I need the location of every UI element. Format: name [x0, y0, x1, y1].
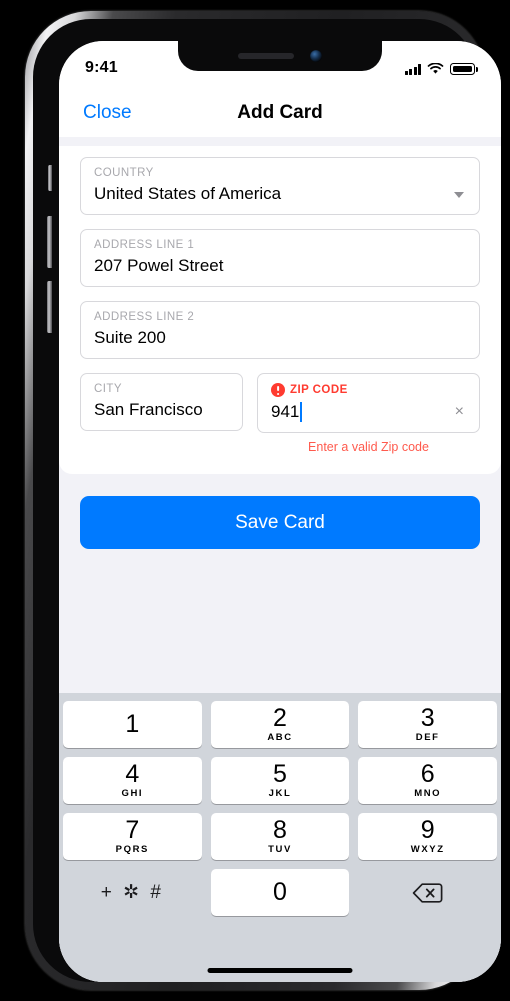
address-line-1-value: 207 Powel Street [94, 256, 224, 275]
address-line-1-label: ADDRESS LINE 1 [94, 239, 195, 251]
address-line-1-input[interactable]: ADDRESS LINE 1 207 Powel Street [80, 229, 480, 287]
chevron-down-icon [454, 192, 464, 198]
key-digit: 2 [273, 704, 287, 733]
navigation-bar: Close Add Card [59, 89, 501, 137]
keypad-row: 4 GHI 5 JKL 6 MNO [63, 757, 498, 804]
key-digit: 1 [125, 710, 140, 738]
mute-switch-button[interactable] [48, 165, 52, 191]
keypad-key-6[interactable]: 6 MNO [358, 757, 498, 804]
key-letters: GHI [121, 788, 144, 800]
country-select[interactable]: COUNTRY United States of America [80, 157, 480, 215]
city-value: San Francisco [94, 400, 203, 419]
zip-code-label: ZIP CODE [290, 384, 348, 396]
country-value: United States of America [94, 184, 282, 203]
address-line-2-label: ADDRESS LINE 2 [94, 311, 195, 323]
keypad-key-delete[interactable] [358, 869, 497, 916]
key-digit: 5 [273, 760, 287, 789]
keypad-key-1[interactable]: 1 [63, 701, 202, 748]
speaker-grille-icon [238, 53, 294, 59]
front-camera-icon [310, 50, 322, 62]
zip-code-input[interactable]: ZIP CODE 941 × [257, 373, 480, 433]
city-label: CITY [94, 383, 122, 395]
zip-code-value-row: 941 × [271, 402, 466, 422]
keypad-key-7[interactable]: 7 PQRS [63, 813, 202, 860]
address-line-2-input[interactable]: ADDRESS LINE 2 Suite 200 [80, 301, 480, 359]
phone-screen: 9:41 Close Add Card COUNTRY United State… [59, 41, 501, 982]
keypad-key-symbols[interactable]: + ✲ # [63, 869, 202, 916]
zip-code-label-row: ZIP CODE [271, 383, 466, 397]
error-exclamation-circle-icon [271, 383, 285, 397]
notch [178, 41, 382, 71]
battery-full-icon [450, 63, 478, 75]
wifi-icon [427, 63, 444, 74]
key-digit: 8 [273, 816, 287, 845]
country-label: COUNTRY [94, 167, 154, 179]
address-line-2-value: Suite 200 [94, 328, 166, 347]
zip-code-value: 941 [271, 402, 300, 421]
key-digit: 3 [420, 704, 435, 733]
zip-code-group: ZIP CODE 941 × Enter a valid Zip code [257, 373, 480, 454]
key-digit: 6 [420, 760, 435, 789]
keypad-rows: 1 2 ABC 3 DEF 4 GHI 5 JKL 6 MNO 7 PQRS 8… [63, 701, 498, 916]
key-letters: PQRS [115, 844, 149, 856]
keypad-key-2[interactable]: 2 ABC [210, 701, 350, 748]
key-digit: 0 [273, 878, 287, 906]
status-time: 9:41 [85, 59, 118, 76]
keypad-key-9[interactable]: 9 WXYZ [358, 813, 498, 860]
keypad-row: 7 PQRS 8 TUV 9 WXYZ [63, 813, 498, 860]
form-scroll-area[interactable]: COUNTRY United States of America ADDRESS… [59, 137, 501, 982]
zip-code-error-message: Enter a valid Zip code [308, 440, 429, 454]
delete-backspace-icon [412, 882, 443, 903]
key-digit: 4 [125, 760, 140, 789]
key-letters: JKL [268, 788, 292, 800]
keypad-row: + ✲ # 0 [63, 869, 497, 916]
key-letters: WXYZ [410, 844, 445, 856]
volume-up-button[interactable] [47, 216, 52, 268]
device-frame: 9:41 Close Add Card COUNTRY United State… [25, 11, 501, 990]
key-letters: MNO [414, 788, 442, 800]
city-zip-row: CITY San Francisco ZIP CODE 941 × Enter … [80, 373, 480, 454]
keypad-key-4[interactable]: 4 GHI [63, 757, 202, 804]
volume-down-button[interactable] [47, 281, 52, 333]
key-letters: TUV [268, 844, 292, 856]
key-digit: 7 [125, 816, 140, 845]
address-form-card: COUNTRY United States of America ADDRESS… [59, 146, 501, 474]
key-letters: ABC [267, 732, 293, 744]
keypad-key-8[interactable]: 8 TUV [210, 813, 350, 860]
keypad-key-0[interactable]: 0 [210, 869, 350, 916]
text-cursor [300, 402, 303, 422]
status-icons [404, 63, 478, 75]
keypad-row: 1 2 ABC 3 DEF [63, 701, 498, 748]
clear-zip-code-button[interactable]: × [453, 404, 466, 420]
cellular-signal-icon [404, 64, 421, 75]
numeric-keypad: 1 2 ABC 3 DEF 4 GHI 5 JKL 6 MNO 7 PQRS 8… [59, 693, 501, 982]
key-digit: 9 [420, 816, 435, 845]
city-input[interactable]: CITY San Francisco [80, 373, 243, 431]
home-indicator[interactable] [207, 968, 353, 973]
key-symbols-label: + ✲ # [100, 882, 164, 903]
close-button[interactable]: Close [83, 102, 132, 124]
keypad-key-3[interactable]: 3 DEF [358, 701, 498, 748]
keypad-key-5[interactable]: 5 JKL [210, 757, 350, 804]
key-letters: DEF [415, 732, 440, 744]
save-card-button[interactable]: Save Card [80, 496, 480, 549]
